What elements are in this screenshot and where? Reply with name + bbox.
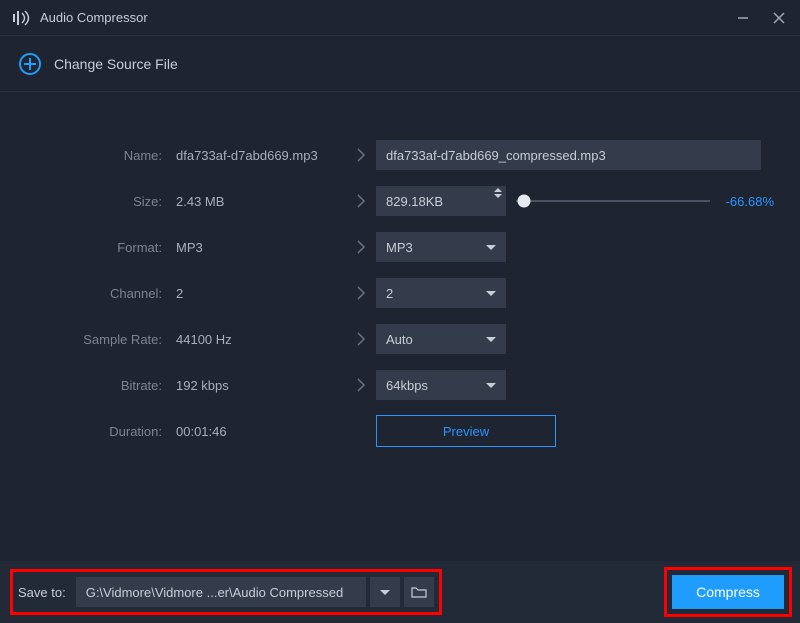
save-path-display[interactable]: G:\Vidmore\Vidmore ...er\Audio Compresse… — [76, 577, 366, 607]
size-increase-icon[interactable] — [494, 188, 502, 192]
original-name: dfa733af-d7abd669.mp3 — [176, 148, 346, 163]
save-path-dropdown[interactable] — [370, 577, 400, 607]
arrow-icon — [346, 240, 376, 254]
row-name: Name: dfa733af-d7abd669.mp3 — [26, 132, 774, 178]
save-to-group: Save to: G:\Vidmore\Vidmore ...er\Audio … — [16, 575, 436, 609]
compress-button[interactable]: Compress — [672, 575, 784, 609]
label-sample-rate: Sample Rate: — [26, 332, 176, 347]
chevron-down-icon — [486, 337, 496, 342]
sample-rate-selected: Auto — [386, 332, 413, 347]
row-channel: Channel: 2 2 — [26, 270, 774, 316]
original-channel: 2 — [176, 286, 346, 301]
row-size: Size: 2.43 MB -66.68% — [26, 178, 774, 224]
chevron-down-icon — [486, 245, 496, 250]
change-source-button[interactable]: Change Source File — [54, 56, 178, 72]
bitrate-selected: 64kbps — [386, 378, 428, 393]
label-duration: Duration: — [26, 424, 176, 439]
label-name: Name: — [26, 148, 176, 163]
original-format: MP3 — [176, 240, 346, 255]
compress-label: Compress — [696, 584, 760, 600]
app-icon — [12, 10, 32, 26]
sample-rate-select[interactable]: Auto — [376, 324, 506, 354]
format-selected: MP3 — [386, 240, 413, 255]
preview-button[interactable]: Preview — [376, 415, 556, 447]
original-size: 2.43 MB — [176, 194, 346, 209]
add-source-icon[interactable] — [18, 52, 42, 76]
footer: Save to: G:\Vidmore\Vidmore ...er\Audio … — [0, 561, 800, 623]
row-sample-rate: Sample Rate: 44100 Hz Auto — [26, 316, 774, 362]
folder-icon — [411, 585, 427, 599]
minimize-button[interactable] — [734, 9, 752, 27]
preview-label: Preview — [443, 424, 489, 439]
format-select[interactable]: MP3 — [376, 232, 506, 262]
row-bitrate: Bitrate: 192 kbps 64kbps — [26, 362, 774, 408]
arrow-icon — [346, 286, 376, 300]
size-slider-thumb[interactable] — [517, 195, 530, 208]
row-duration: Duration: 00:01:46 Preview — [26, 408, 774, 454]
arrow-icon — [346, 332, 376, 346]
channel-selected: 2 — [386, 286, 393, 301]
compression-form: Name: dfa733af-d7abd669.mp3 Size: 2.43 M… — [0, 92, 800, 474]
chevron-down-icon — [486, 383, 496, 388]
original-duration: 00:01:46 — [176, 424, 346, 439]
source-file-bar: Change Source File — [0, 36, 800, 92]
size-slider[interactable] — [516, 200, 710, 202]
window-controls — [734, 9, 788, 27]
window-title: Audio Compressor — [40, 10, 734, 25]
label-channel: Channel: — [26, 286, 176, 301]
output-name-input[interactable] — [376, 140, 761, 170]
original-sample-rate: 44100 Hz — [176, 332, 346, 347]
target-size-input[interactable] — [376, 186, 506, 216]
size-reduction-percent: -66.68% — [718, 194, 774, 209]
original-bitrate: 192 kbps — [176, 378, 346, 393]
browse-folder-button[interactable] — [404, 577, 434, 607]
target-size-spinner[interactable] — [376, 186, 506, 216]
label-bitrate: Bitrate: — [26, 378, 176, 393]
titlebar: Audio Compressor — [0, 0, 800, 36]
label-format: Format: — [26, 240, 176, 255]
chevron-down-icon — [486, 291, 496, 296]
arrow-icon — [346, 378, 376, 392]
close-button[interactable] — [770, 9, 788, 27]
save-to-label: Save to: — [18, 585, 66, 600]
size-decrease-icon[interactable] — [494, 194, 502, 198]
chevron-down-icon — [380, 590, 390, 595]
bitrate-select[interactable]: 64kbps — [376, 370, 506, 400]
row-format: Format: MP3 MP3 — [26, 224, 774, 270]
label-size: Size: — [26, 194, 176, 209]
arrow-icon — [346, 148, 376, 162]
channel-select[interactable]: 2 — [376, 278, 506, 308]
arrow-icon — [346, 194, 376, 208]
